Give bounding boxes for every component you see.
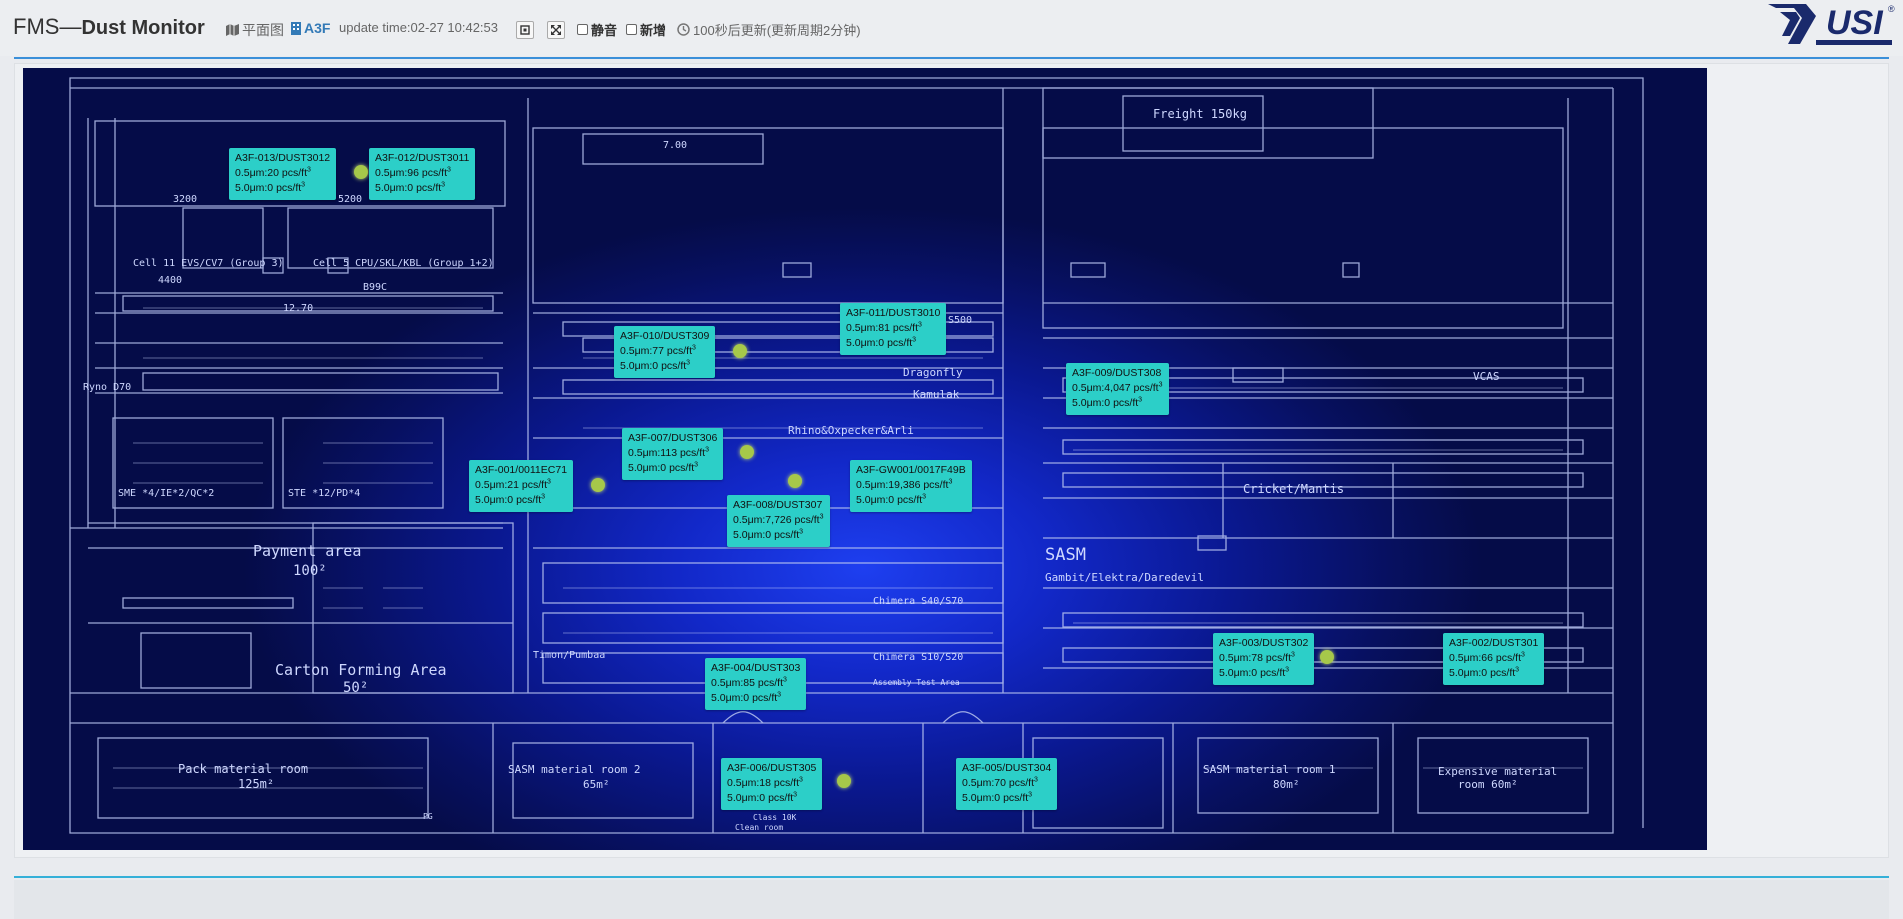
svg-text:50²: 50² (343, 680, 368, 696)
header-bar: FMS—Dust Monitor 平面图 A3F update time:02-… (0, 0, 1903, 56)
svg-text:3200: 3200 (173, 194, 197, 205)
sensor-tag[interactable]: A3F-GW001/0017F49B 0.5μm:19,386 pcs/ft3 5.… (850, 460, 972, 512)
svg-text:Class 10K: Class 10K (753, 813, 797, 822)
new-checkbox[interactable]: 新增 (626, 20, 666, 39)
sensor-tag[interactable]: A3F-011/DUST3010 0.5μm:81 pcs/ft3 5.0μm:0 … (840, 303, 947, 355)
sensor-tag[interactable]: A3F-003/DUST302 0.5μm:78 pcs/ft3 5.0μm:0 p… (1213, 633, 1315, 685)
sensor-marker[interactable] (1320, 650, 1334, 664)
svg-text:SASM material room 1: SASM material room 1 (1203, 763, 1335, 776)
new-checkbox-box[interactable] (626, 24, 637, 35)
svg-text:Cricket/Mantis: Cricket/Mantis (1243, 482, 1344, 496)
svg-text:Kamulak: Kamulak (913, 388, 960, 401)
sensor-tag[interactable]: A3F-002/DUST301 0.5μm:66 pcs/ft3 5.0μm:0 p… (1443, 633, 1545, 685)
sensor-marker[interactable] (788, 474, 802, 488)
svg-text:STE *12/PD*4: STE *12/PD*4 (288, 488, 360, 499)
svg-text:5200: 5200 (338, 194, 362, 205)
svg-text:SME *4/IE*2/QC*2: SME *4/IE*2/QC*2 (118, 488, 214, 499)
sensor-tag[interactable]: A3F-001/0011EC71 0.5μm:21 pcs/ft3 5.0μm:0 … (469, 460, 574, 512)
sensor-tag[interactable]: A3F-007/DUST306 0.5μm:113 pcs/ft3 5.0μm:0 … (622, 428, 724, 480)
page-title: FMS—Dust Monitor (13, 14, 205, 39)
sensor-marker[interactable] (837, 774, 851, 788)
svg-text:Assembly Test Area: Assembly Test Area (873, 678, 960, 687)
bottom-divider (14, 876, 1889, 878)
sensor-tag[interactable]: A3F-009/DUST308 0.5μm:4,047 pcs/ft3 5.0μm:… (1066, 363, 1169, 415)
sensor-marker[interactable] (733, 344, 747, 358)
svg-text:B99C: B99C (363, 282, 387, 293)
svg-text:Rhino&Oxpecker&Arli: Rhino&Oxpecker&Arli (788, 424, 914, 437)
svg-text:SASM material room 2: SASM material room 2 (508, 763, 640, 776)
svg-text:Dragonfly: Dragonfly (903, 366, 963, 379)
svg-text:room 60m²: room 60m² (1458, 778, 1518, 791)
header-divider (14, 57, 1889, 59)
floor-plan-map[interactable]: Cell 11 EVS/CV7 (Group 3) Cell 5 CPU/SKL… (23, 68, 1707, 850)
fullscreen-exit-button[interactable] (516, 21, 534, 39)
bottom-panel (14, 880, 1889, 919)
sensor-tag[interactable]: A3F-008/DUST307 0.5μm:7,726 pcs/ft3 5.0μm:… (727, 495, 830, 547)
expand-icon (551, 25, 561, 35)
sensor-tag[interactable]: A3F-012/DUST3011 0.5μm:96 pcs/ft3 5.0μm:0 … (369, 148, 476, 200)
svg-text:7.00: 7.00 (663, 140, 687, 151)
svg-text:Ryno D70: Ryno D70 (83, 382, 131, 393)
svg-text:125m²: 125m² (238, 777, 274, 791)
map-icon (226, 24, 239, 36)
building-icon (291, 21, 301, 35)
svg-text:Cell 5 CPU/SKL/KBL (Group 1+2): Cell 5 CPU/SKL/KBL (Group 1+2) (313, 258, 494, 269)
mute-checkbox-box[interactable] (577, 24, 588, 35)
svg-text:80m²: 80m² (1273, 778, 1300, 791)
sensor-marker[interactable] (740, 445, 754, 459)
svg-text:®: ® (1888, 4, 1895, 14)
compress-icon (520, 25, 530, 35)
update-time-text: update time:02-27 10:42:53 (339, 20, 499, 35)
svg-text:Gambit/Elektra/Daredevil: Gambit/Elektra/Daredevil (1045, 571, 1204, 584)
sensor-tag[interactable]: A3F-010/DUST309 0.5μm:77 pcs/ft3 5.0μm:0 p… (614, 326, 716, 378)
usi-logo: USI ® (1768, 4, 1895, 45)
svg-text:Payment area: Payment area (253, 542, 361, 560)
fullscreen-button[interactable] (547, 21, 565, 39)
floor-tab-a3f[interactable]: A3F (291, 20, 330, 36)
svg-text:Carton Forming Area: Carton Forming Area (275, 661, 447, 679)
clock-icon (677, 23, 690, 36)
mute-checkbox[interactable]: 静音 (577, 20, 617, 39)
svg-text:Chimera S10/S20: Chimera S10/S20 (873, 652, 963, 663)
svg-text:SASM: SASM (1045, 545, 1086, 565)
svg-text:Pack material room: Pack material room (178, 762, 308, 776)
svg-text:Expensive material: Expensive material (1438, 765, 1557, 778)
sensor-tag[interactable]: A3F-005/DUST304 0.5μm:70 pcs/ft3 5.0μm:0 p… (956, 758, 1058, 810)
svg-text:4400: 4400 (158, 275, 182, 286)
plan-view-link[interactable]: 平面图 (226, 20, 284, 40)
svg-text:Cell 11 EVS/CV7 (Group 3): Cell 11 EVS/CV7 (Group 3) (133, 258, 284, 269)
svg-text:PG: PG (423, 812, 433, 821)
svg-text:65m²: 65m² (583, 778, 610, 791)
svg-text:100²: 100² (293, 563, 327, 579)
sensor-marker[interactable] (354, 165, 368, 179)
svg-text:S500: S500 (948, 315, 972, 326)
sensor-tag[interactable]: A3F-006/DUST305 0.5μm:18 pcs/ft3 5.0μm:0 p… (721, 758, 823, 810)
sensor-tag[interactable]: A3F-013/DUST3012 0.5μm:20 pcs/ft3 5.0μm:0 … (229, 148, 337, 200)
svg-text:12.70: 12.70 (283, 303, 313, 314)
svg-text:Clean room: Clean room (735, 823, 783, 832)
refresh-countdown: 100秒后更新(更新周期2分钟) (677, 20, 861, 39)
sensor-marker[interactable] (591, 478, 605, 492)
svg-text:Freight 150kg: Freight 150kg (1153, 107, 1247, 121)
svg-text:VCAS: VCAS (1473, 370, 1500, 383)
svg-text:USI: USI (1826, 4, 1884, 42)
svg-text:Chimera S40/S70: Chimera S40/S70 (873, 596, 963, 607)
svg-text:Timon/Pumbaa: Timon/Pumbaa (533, 650, 605, 661)
sensor-tag[interactable]: A3F-004/DUST303 0.5μm:85 pcs/ft3 5.0μm:0 p… (705, 658, 807, 710)
